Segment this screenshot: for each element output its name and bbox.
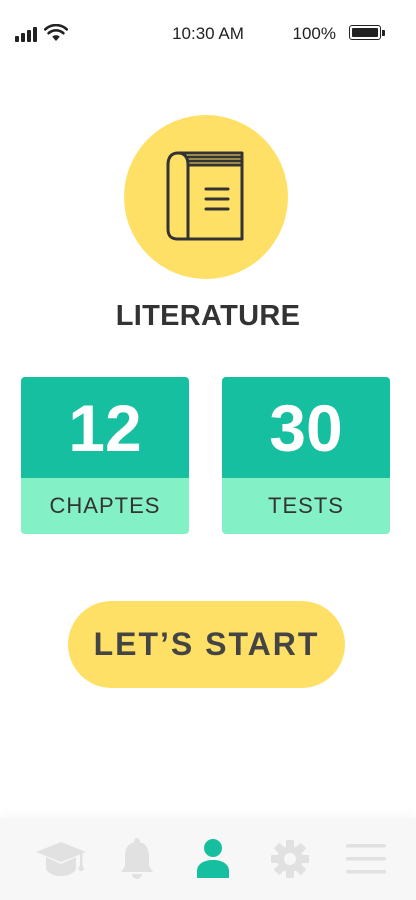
battery-percent: 100% [292,24,336,43]
tab-courses[interactable] [26,818,96,900]
subject-title: LITERATURE [115,300,301,332]
tab-menu[interactable] [331,818,401,900]
status-bar: 10:30 AM 100% [0,0,416,66]
menu-icon [346,844,386,874]
user-icon [197,839,229,878]
subject-icon-circle [124,115,288,279]
start-button[interactable]: LET’S START [68,601,345,688]
chapters-label: CHAPTES [21,478,189,534]
tab-profile[interactable] [178,818,248,900]
tab-settings[interactable] [255,818,325,900]
tests-label: TESTS [222,478,390,534]
gear-icon [271,840,309,878]
tests-count: 30 [222,377,390,478]
bottom-tab-bar [0,818,416,900]
battery-icon [349,25,385,42]
tab-notifications[interactable] [102,818,172,900]
book-icon [166,151,244,241]
graduation-cap-icon [36,842,86,876]
chapters-stat-card: 12 CHAPTES [21,377,189,534]
bell-icon [121,838,153,879]
chapters-count: 12 [21,377,189,478]
tests-stat-card: 30 TESTS [222,377,390,534]
